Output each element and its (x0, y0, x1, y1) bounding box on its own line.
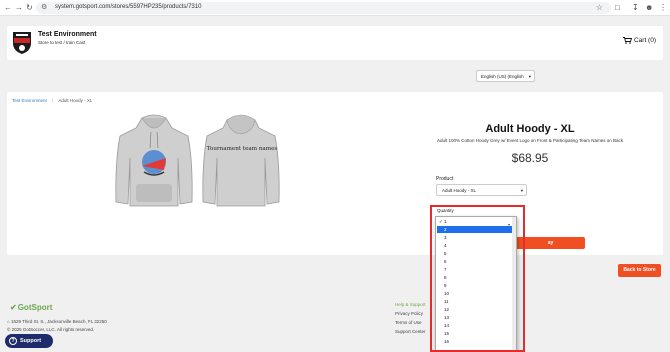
home-icon: ⌂ (7, 319, 10, 324)
footer-copyright: © 2025 GotSoccer, LLC. All rights reserv… (7, 327, 95, 332)
hoodie-front-image (115, 114, 193, 207)
chevron-down-icon: ▾ (520, 188, 523, 193)
product-card: Test Environment / Adult Hoody - XL Tour… (7, 92, 663, 255)
product-label: Product (436, 176, 454, 182)
add-to-cart-label: ay (547, 240, 554, 246)
hoodie-back-print: Tournament team names (207, 146, 278, 152)
chevron-down-icon: ▾ (528, 74, 531, 79)
product-description: Adult 100% Cotton Hoody Grey w/ Event Lo… (436, 138, 623, 143)
support-button[interactable]: ? Support (5, 334, 53, 348)
language-selected: English (US) (English (481, 74, 524, 79)
reload-icon[interactable]: ↻ (26, 3, 33, 13)
product-title: Adult Hoody - XL (485, 123, 575, 135)
hoodie-back-image: Tournament team names (202, 114, 280, 207)
forward-icon[interactable]: → (15, 3, 23, 13)
menu-icon[interactable]: ⋮ (659, 3, 667, 12)
product-selected: Adult Hoody - XL (442, 188, 477, 193)
breadcrumb-separator: / (52, 98, 54, 103)
product-select[interactable]: Adult Hoody - XL ▾ (436, 184, 527, 196)
footer-link-support-center[interactable]: Support Center (395, 329, 426, 334)
breadcrumb: Test Environment / Adult Hoody - XL (12, 98, 92, 103)
footer-logo: ✔ GotSport (10, 303, 52, 312)
cart-button[interactable]: Cart (0) (622, 37, 656, 44)
footer-link-privacy[interactable]: Privacy Policy (395, 311, 423, 316)
footer-logo-text: GotSport (17, 303, 53, 312)
back-icon[interactable]: ← (4, 3, 12, 13)
annotation-highlight-box (430, 205, 525, 352)
profile-icon[interactable]: ☻ (645, 3, 653, 12)
extensions-icon[interactable]: □ (615, 3, 620, 12)
star-icon[interactable]: ☆ (596, 3, 603, 12)
support-label: Support (20, 338, 42, 344)
question-icon: ? (9, 337, 17, 345)
site-info-icon[interactable]: ⚙ (41, 3, 47, 11)
url-text: system.gotsport.com/stores/5597HP235/pro… (55, 4, 202, 10)
language-select[interactable]: English (US) (English ▾ (476, 70, 535, 82)
store-subtitle: Store to test / train Cast (38, 40, 86, 45)
footer-link-terms[interactable]: Terms of Use (395, 320, 422, 325)
back-to-store-button[interactable]: Back to Store (618, 264, 661, 277)
store-logo (13, 32, 31, 54)
breadcrumb-root[interactable]: Test Environment (12, 98, 47, 103)
download-icon[interactable]: ↧ (632, 3, 639, 12)
browser-toolbar: ← → ↻ ⚙ system.gotsport.com/stores/5597H… (0, 0, 670, 16)
address-bar[interactable]: ⚙ system.gotsport.com/stores/5597HP235/p… (36, 2, 611, 14)
product-price: $68.95 (511, 151, 549, 165)
footer-address: ⌂ 1529 Third St. S., Jacksonville Beach,… (7, 319, 107, 324)
store-header: Test Environment Store to test / train C… (7, 26, 663, 60)
breadcrumb-current: Adult Hoody - XL (58, 98, 93, 103)
gotsport-logo-icon: ✔ (10, 303, 17, 312)
cart-label: Cart (0) (633, 37, 656, 44)
store-title: Test Environment (38, 31, 97, 38)
footer-link-help[interactable]: Help & Support (395, 302, 426, 307)
cart-icon (622, 37, 632, 44)
